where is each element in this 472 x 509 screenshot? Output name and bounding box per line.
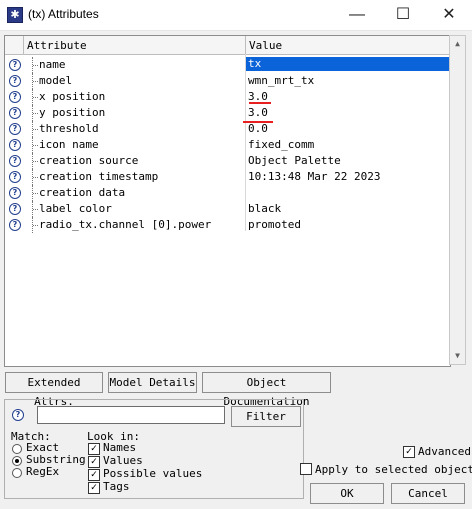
column-divider[interactable] (245, 36, 246, 54)
maximize-button[interactable]: ☐ (380, 0, 426, 30)
header-corner (5, 36, 24, 54)
tree-connector (32, 57, 39, 73)
help-icon[interactable]: ? (9, 219, 21, 231)
attribute-row-x-position[interactable]: ? x position 3.0 (5, 89, 450, 105)
filter-panel: ? Filter Match: Exact Substring RegEx Lo… (4, 399, 304, 499)
tree-connector (32, 121, 39, 137)
tree-connector (32, 73, 39, 89)
scroll-down-icon[interactable]: ▼ (450, 348, 465, 364)
attribute-row-y-position[interactable]: ? y position 3.0 (5, 105, 450, 121)
possible-values-checkbox[interactable]: ✓ (88, 469, 100, 481)
tree-connector (32, 137, 39, 153)
attribute-row-icon-name[interactable]: ? icon name fixed_comm (5, 137, 450, 153)
attribute-value[interactable]: 10:13:48 Mar 22 2023 (248, 170, 380, 183)
app-icon: ✱ (7, 7, 23, 23)
attribute-name: model (39, 74, 73, 87)
attribute-name: name (39, 58, 66, 71)
tree-connector (32, 217, 39, 233)
model-details-button[interactable]: Model Details (108, 372, 197, 393)
tags-checkbox[interactable]: ✓ (88, 482, 100, 494)
apply-selected-checkbox[interactable] (300, 463, 312, 475)
attribute-value[interactable]: 3.0 (248, 106, 268, 119)
attribute-name: icon name (39, 138, 99, 151)
attribute-value[interactable]: promoted (248, 218, 301, 231)
attribute-value[interactable]: wmn_mrt_tx (248, 74, 314, 87)
minimize-button[interactable]: — (334, 0, 380, 30)
advanced-label[interactable]: Advanced (418, 445, 471, 458)
match-regex-radio[interactable] (12, 468, 22, 478)
tree-connector (32, 201, 39, 217)
help-icon[interactable]: ? (9, 91, 21, 103)
cancel-button[interactable]: Cancel (391, 483, 465, 504)
attribute-row-label-color[interactable]: ? label color black (5, 201, 450, 217)
tree-connector (32, 89, 39, 105)
object-documentation-button[interactable]: Object Documentation (202, 372, 331, 408)
help-icon[interactable]: ? (9, 123, 21, 135)
match-regex-label[interactable]: RegEx (26, 465, 59, 478)
possible-values-label[interactable]: Possible values (103, 467, 202, 480)
help-icon[interactable]: ? (9, 75, 21, 87)
attribute-value[interactable]: fixed_comm (248, 138, 314, 151)
attribute-value-selected[interactable]: tx (246, 57, 450, 71)
advanced-checkbox[interactable]: ✓ (403, 446, 415, 458)
extended-attrs-button[interactable]: Extended Attrs. (5, 372, 103, 408)
tree-connector (32, 169, 39, 185)
tree-connector (32, 105, 39, 121)
red-underline-annotation (243, 121, 273, 123)
red-underline-annotation (249, 102, 271, 104)
filter-help-icon[interactable]: ? (12, 409, 24, 421)
help-icon[interactable]: ? (9, 107, 21, 119)
filter-input[interactable] (37, 406, 225, 424)
attribute-value[interactable]: black (248, 202, 281, 215)
tree-connector (32, 185, 39, 201)
attribute-row-name[interactable]: ? name tx (5, 57, 450, 73)
attribute-name: creation data (39, 186, 126, 199)
window-title: (tx) Attributes (28, 7, 99, 21)
tree-connector (32, 153, 39, 169)
help-icon[interactable]: ? (9, 155, 21, 167)
help-icon[interactable]: ? (9, 203, 21, 215)
filter-button[interactable]: Filter (231, 406, 301, 427)
attribute-value[interactable]: 0.0 (248, 122, 268, 135)
attribute-name: label color (39, 202, 112, 215)
apply-selected-label[interactable]: Apply to selected objects (315, 463, 472, 476)
attribute-name: y position (39, 106, 106, 119)
attribute-row-model[interactable]: ? model wmn_mrt_tx (5, 73, 450, 89)
value-column-header[interactable]: Value (249, 39, 282, 52)
attribute-row-creation-source[interactable]: ? creation source Object Palette (5, 153, 450, 169)
attribute-row-creation-data[interactable]: ? creation data (5, 185, 450, 201)
names-label[interactable]: Names (103, 441, 136, 454)
attribute-value[interactable]: Object Palette (248, 154, 341, 167)
attribute-row-radio-power[interactable]: ? radio_tx.channel [0].power promoted (5, 217, 450, 233)
help-icon[interactable]: ? (9, 171, 21, 183)
match-substring-radio[interactable] (12, 456, 22, 466)
attribute-name: x position (39, 90, 106, 103)
attribute-name: creation timestamp (39, 170, 159, 183)
attribute-name: radio_tx.channel [0].power (39, 218, 212, 231)
attribute-grid: Attribute Value ? name tx ? model wmn_mr… (4, 35, 451, 367)
title-bar: ✱ (tx) Attributes — ☐ ✕ (0, 0, 472, 31)
help-icon[interactable]: ? (9, 59, 21, 71)
close-button[interactable]: ✕ (426, 0, 472, 30)
attribute-name: threshold (39, 122, 99, 135)
attribute-row-creation-timestamp[interactable]: ? creation timestamp 10:13:48 Mar 22 202… (5, 169, 450, 185)
help-icon[interactable]: ? (9, 139, 21, 151)
attribute-name: creation source (39, 154, 139, 167)
vertical-scrollbar[interactable]: ▲ ▼ (449, 35, 466, 365)
values-label[interactable]: Values (103, 454, 143, 467)
ok-button[interactable]: OK (310, 483, 384, 504)
grid-header: Attribute Value (5, 36, 450, 55)
names-checkbox[interactable]: ✓ (88, 443, 100, 455)
attribute-row-threshold[interactable]: ? threshold 0.0 (5, 121, 450, 137)
scroll-up-icon[interactable]: ▲ (450, 36, 465, 52)
match-exact-radio[interactable] (12, 444, 22, 454)
help-icon[interactable]: ? (9, 187, 21, 199)
attribute-column-header[interactable]: Attribute (27, 39, 87, 52)
tags-label[interactable]: Tags (103, 480, 130, 493)
values-checkbox[interactable]: ✓ (88, 456, 100, 468)
